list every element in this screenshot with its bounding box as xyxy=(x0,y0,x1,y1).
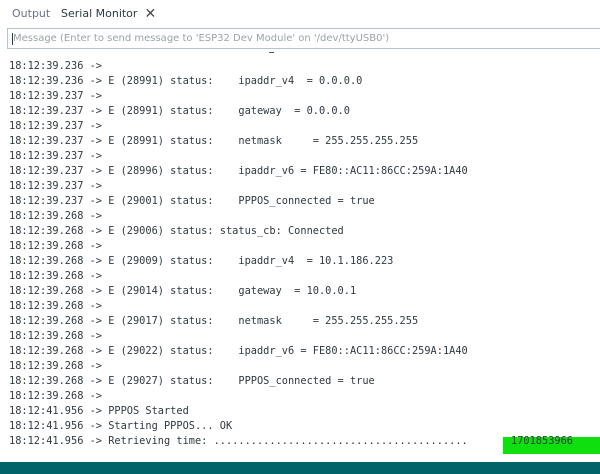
log-line: 18:12:39.237 -> xyxy=(9,90,102,102)
serial-output-log[interactable]: 18:12:39.236 -> 18:12:39.236 -> E (28991… xyxy=(0,50,600,462)
tab-serial-monitor[interactable]: Serial Monitor ✕ xyxy=(61,0,156,28)
log-line: 18:12:39.237 -> E (28996) status: ipaddr… xyxy=(9,165,468,177)
panel-tab-bar: Output Serial Monitor ✕ xyxy=(0,0,600,28)
message-input[interactable] xyxy=(8,29,598,48)
log-line-tail: 1701853966 xyxy=(511,435,573,447)
log-line: 18:12:39.237 -> E (28991) status: gatewa… xyxy=(9,105,350,117)
status-bar xyxy=(0,462,600,474)
log-line: 18:12:41.956 -> PPPOS Started xyxy=(9,405,189,417)
message-input-container xyxy=(7,28,600,49)
log-line: 18:12:39.268 -> E (29014) status: gatewa… xyxy=(9,285,357,297)
log-line: 18:12:39.268 -> E (29027) status: PPPOS_… xyxy=(9,375,375,387)
close-icon[interactable]: ✕ xyxy=(144,0,156,28)
tab-output-label: Output xyxy=(12,7,51,20)
log-line: 18:12:39.268 -> E (29022) status: ipaddr… xyxy=(9,345,468,357)
log-line: 18:12:39.268 -> xyxy=(9,360,102,372)
tab-output[interactable]: Output xyxy=(12,0,50,28)
log-line: 18:12:39.237 -> xyxy=(9,120,102,132)
log-line: 18:12:39.268 -> xyxy=(9,300,102,312)
log-line: 18:12:39.268 -> xyxy=(9,390,102,402)
clipped-text-fragment xyxy=(269,50,274,53)
log-line: 18:12:39.268 -> xyxy=(9,330,102,342)
log-line: 18:12:39.237 -> xyxy=(9,180,102,192)
tab-serial-monitor-label: Serial Monitor xyxy=(61,7,138,20)
log-line: 18:12:39.268 -> xyxy=(9,240,102,252)
serial-monitor-panel: Output Serial Monitor ✕ 18:12:39.236 -> 1… xyxy=(0,0,600,474)
log-line: 18:12:41.956 -> Starting PPPOS... OK xyxy=(9,420,233,432)
log-line: 18:12:39.268 -> E (29006) status: status… xyxy=(9,225,344,237)
log-line: 18:12:39.268 -> E (29009) status: ipaddr… xyxy=(9,255,394,267)
log-line: 18:12:41.956 -> Retrieving time: .......… xyxy=(9,435,468,447)
text-caret xyxy=(12,33,13,45)
log-line: 18:12:39.237 -> xyxy=(9,150,102,162)
log-line: 18:12:39.237 -> E (28991) status: netmas… xyxy=(9,135,419,147)
log-line: 18:12:39.237 -> E (29001) status: PPPOS_… xyxy=(9,195,375,207)
log-line: 18:12:39.268 -> E (29017) status: netmas… xyxy=(9,315,419,327)
log-line: 18:12:39.236 -> E (28991) status: ipaddr… xyxy=(9,75,363,87)
log-line: 18:12:39.268 -> xyxy=(9,210,102,222)
log-line: 18:12:39.268 -> xyxy=(9,270,102,282)
log-line: 18:12:39.236 -> xyxy=(9,60,102,72)
